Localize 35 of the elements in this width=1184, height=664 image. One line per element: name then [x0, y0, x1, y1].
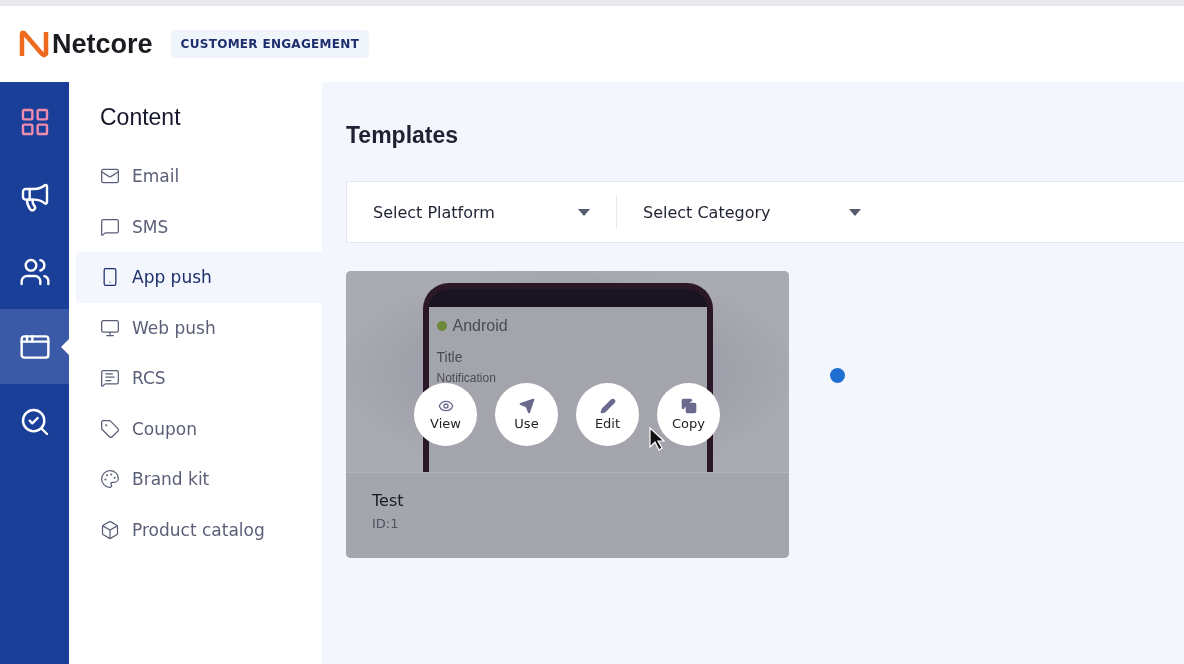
sidebar-item[interactable]: Web push [76, 302, 322, 353]
notification-body: Notification [436, 371, 497, 385]
monitor-icon [100, 317, 120, 338]
template-card[interactable]: Android Title Notification Test ID:1 View Use Edit Copy [346, 271, 789, 558]
cube-icon [100, 519, 120, 540]
logo-icon [18, 29, 50, 59]
sidebar-item[interactable]: Email [76, 151, 322, 202]
tag-icon [100, 418, 120, 439]
notification-title: Title [436, 349, 464, 365]
sidebar-item[interactable]: RCS [76, 353, 322, 404]
mouse-pointer-icon [649, 427, 665, 451]
template-id: ID:1 [372, 516, 400, 531]
sidebar-item[interactable]: SMS [76, 201, 322, 252]
sidebar-title: Content [99, 104, 182, 131]
sidebar-item[interactable]: Coupon [76, 403, 322, 454]
status-dot [830, 368, 845, 383]
select-dropdown[interactable]: Select Platform [347, 195, 617, 229]
chat-bubble-icon [100, 216, 120, 237]
paper-plane-icon [518, 398, 535, 414]
product-badge: CUSTOMER ENGAGEMENT [170, 30, 370, 58]
copy-icon [680, 398, 697, 414]
caret-icon [578, 208, 590, 216]
page-title: Templates [346, 122, 460, 149]
palette-icon [100, 469, 120, 490]
brand-name: Netcore [52, 28, 153, 60]
sidebar-item[interactable]: Brand kit [76, 454, 322, 505]
caret-icon [849, 208, 861, 216]
eye-icon [437, 398, 454, 414]
template-name: Test [372, 491, 405, 510]
sidebar-item[interactable]: Product catalog [76, 504, 322, 555]
platform-label: Android [452, 317, 508, 335]
select-dropdown[interactable]: Select Category [617, 195, 887, 229]
sidebar-item[interactable]: App push [76, 252, 322, 303]
message-icon [100, 368, 120, 389]
pencil-icon [599, 398, 616, 414]
